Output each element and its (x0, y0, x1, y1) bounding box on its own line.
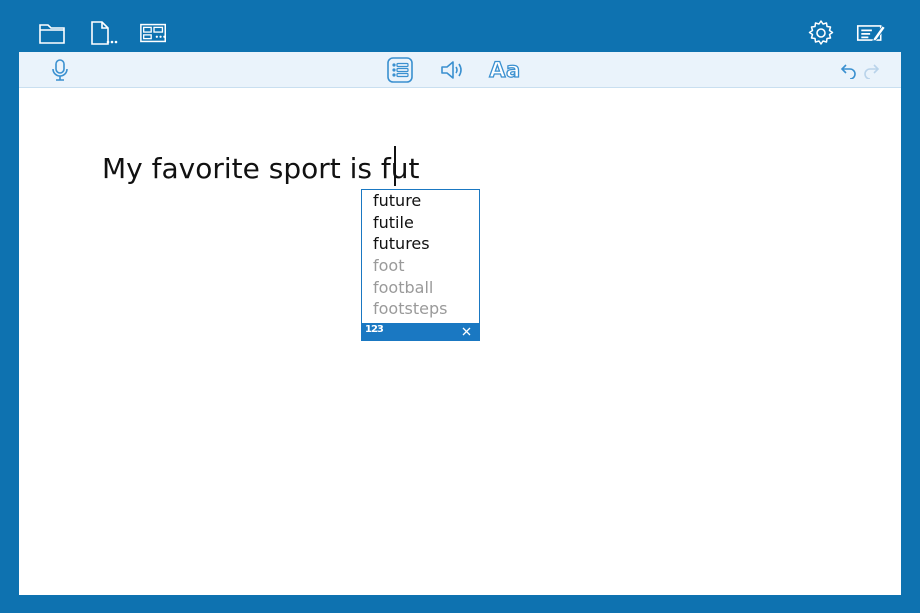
new-document-icon[interactable] (88, 18, 118, 48)
folder-icon[interactable] (37, 18, 67, 48)
text-caret (394, 146, 396, 186)
settings-gear-icon[interactable] (806, 18, 836, 48)
suggestion-item[interactable]: footsteps (362, 298, 479, 320)
suggestion-item[interactable]: future (362, 190, 479, 212)
top-bar (0, 0, 920, 52)
prediction-list-icon[interactable] (386, 56, 414, 84)
editor-window: Aa My favorite sport is fut future futile… (19, 52, 901, 595)
document-text[interactable]: My favorite sport is fut (102, 152, 419, 186)
suggestion-footer: 123 (362, 323, 479, 340)
editor-toolbar: Aa (19, 52, 901, 88)
suggestion-item[interactable]: futile (362, 212, 479, 234)
undo-icon[interactable] (840, 56, 858, 84)
word-prediction-popup: future futile futures foot football footsteps… (361, 189, 480, 341)
suggestion-list: future futile futures foot football footsteps (362, 190, 479, 322)
close-icon[interactable] (460, 324, 473, 338)
document-area[interactable]: My favorite sport is fut future futile fut… (19, 88, 901, 595)
suggestion-item[interactable]: football (362, 277, 479, 299)
font-settings-label: Aa (489, 57, 521, 82)
microphone-icon[interactable] (49, 56, 71, 84)
redo-icon[interactable] (862, 56, 880, 84)
suggestion-item[interactable]: foot (362, 255, 479, 277)
speaker-icon[interactable] (440, 56, 466, 84)
suggestion-item[interactable]: futures (362, 233, 479, 255)
edit-list-icon[interactable] (856, 18, 886, 48)
numbers-toggle-button[interactable]: 123 (365, 324, 384, 335)
word-bank-icon[interactable] (139, 18, 169, 48)
font-settings-button[interactable]: Aa (487, 56, 523, 84)
